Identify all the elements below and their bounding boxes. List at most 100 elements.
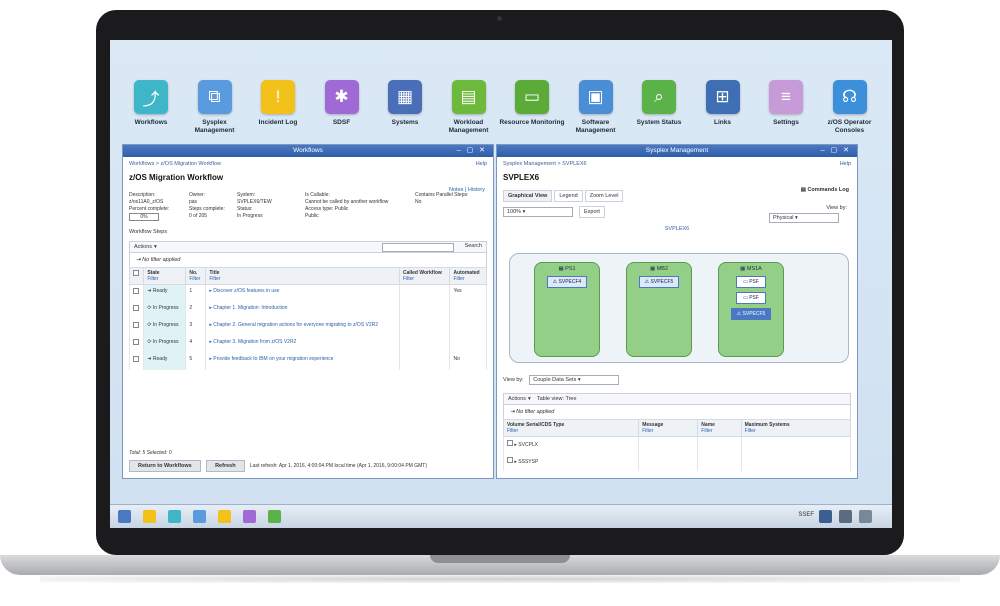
taskbar-app-icon[interactable] xyxy=(193,510,206,523)
lpar-box[interactable]: ▦ PS1 ⚠ SVPECF4 xyxy=(534,262,600,357)
checkbox[interactable] xyxy=(133,355,139,362)
volume-cell[interactable]: ▸ SVCPLX xyxy=(502,436,640,454)
search-icon[interactable] xyxy=(819,510,832,523)
desktop-icon[interactable] xyxy=(859,510,872,523)
return-to-workflows-button[interactable]: Return to Workflows xyxy=(129,460,201,472)
taskbar-app-icon[interactable] xyxy=(218,510,231,523)
column-header[interactable]: Maximum Systems Filter xyxy=(740,419,852,437)
coupling-facility[interactable]: ⚠ SVPECF4 xyxy=(547,276,587,288)
table-view-select[interactable]: Table view: Tree xyxy=(537,396,577,402)
column-filter[interactable]: Filter xyxy=(642,428,694,434)
window-controls[interactable]: – ▢ ✕ xyxy=(821,145,851,157)
column-header[interactable]: Called Workflow Filter xyxy=(398,267,451,286)
help-link[interactable]: Help xyxy=(476,161,487,167)
coupling-facility[interactable]: ⚠ SVPECF5 xyxy=(639,276,679,288)
column-header[interactable]: No. Filter xyxy=(185,267,207,286)
menu-icon[interactable] xyxy=(839,510,852,523)
step-title-link[interactable]: ▸ Chapter 1. Migration: Introduction xyxy=(209,305,287,311)
taskbar-app-icon[interactable] xyxy=(143,510,156,523)
checkbox[interactable] xyxy=(133,304,139,311)
table-row[interactable]: ➜ Ready 5 ▸ Provide feedback to IBM on you… xyxy=(128,352,487,370)
launcher-item[interactable]: ▦ Systems xyxy=(372,80,438,127)
volume-cell[interactable]: ▸ SSSYSP xyxy=(502,453,640,471)
refresh-button[interactable]: Refresh xyxy=(206,460,245,472)
coupling-facility[interactable]: ⚠ SVPECF5 xyxy=(731,308,771,320)
launcher-item[interactable]: ☊ z/OS Operator Consoles xyxy=(817,80,883,135)
launcher-item[interactable]: ! Incident Log xyxy=(245,80,311,127)
step-title-cell[interactable]: ▸ Provide feedback to IBM on your migrat… xyxy=(205,352,400,370)
actions-menu[interactable]: Actions xyxy=(508,396,526,402)
coupling-facility[interactable]: ▭ PSF xyxy=(736,276,766,288)
checkbox[interactable] xyxy=(133,338,139,345)
step-title-cell[interactable]: ▸ Chapter 2. General migration actions f… xyxy=(205,318,400,336)
taskbar-app-icon[interactable] xyxy=(243,510,256,523)
table-row[interactable]: ⟳ In Progress 4 ▸ Chapter 3. Migration fro… xyxy=(128,335,487,353)
step-title-link[interactable]: ▸ Provide feedback to IBM on your migrat… xyxy=(209,356,333,362)
table-row[interactable]: ▸ SSSYSP xyxy=(502,453,852,471)
window-controls[interactable]: – ▢ ✕ xyxy=(457,145,487,157)
row-checkbox-cell[interactable] xyxy=(128,318,145,336)
column-filter[interactable]: Filter xyxy=(507,428,635,434)
row-checkbox-cell[interactable] xyxy=(128,352,145,370)
breadcrumb[interactable]: Sysplex Management > SVPLEX6 xyxy=(503,161,851,167)
tab-zoom-level[interactable]: Zoom Level xyxy=(584,190,624,202)
launcher-item[interactable]: ✱ SDSF xyxy=(309,80,375,127)
column-header[interactable]: Volume Serial/CDS Type Filter xyxy=(502,419,640,437)
breadcrumb[interactable]: Workflows > z/OS Migration Workflow xyxy=(129,161,487,167)
launcher-item[interactable]: ⊞ Links xyxy=(690,80,756,127)
column-header[interactable]: Name Filter xyxy=(697,419,742,437)
actions-menu[interactable]: Actions xyxy=(134,244,152,250)
row-checkbox-cell[interactable] xyxy=(128,335,145,353)
column-filter[interactable]: Filter xyxy=(453,276,483,282)
checkbox[interactable] xyxy=(133,288,139,295)
search-button[interactable]: Search xyxy=(465,243,482,249)
launcher-item[interactable]: ▣ Software Management xyxy=(563,80,629,135)
column-filter[interactable]: Filter xyxy=(147,276,182,282)
lpar-box[interactable]: ▦ MS1A ▭ PSF ▭ PSF ⚠ SVPECF5 xyxy=(718,262,784,357)
notes-history-link[interactable]: Notes | History xyxy=(449,187,485,193)
tab-graphical-view[interactable]: Graphical View xyxy=(503,190,553,202)
taskbar-app-icon[interactable] xyxy=(118,510,131,523)
launcher-item[interactable]: ⧉ Sysplex Management xyxy=(182,80,248,135)
taskbar-app-icon[interactable] xyxy=(268,510,281,523)
lpar-box[interactable]: ▦ MB2 ⚠ SVPECF5 xyxy=(626,262,692,357)
column-filter[interactable]: Filter xyxy=(701,428,737,434)
step-title-cell[interactable]: ▸ Chapter 3. Migration from z/OS V2R2 xyxy=(205,335,400,353)
column-header[interactable]: Message Filter xyxy=(638,419,699,437)
column-header[interactable]: Title Filter xyxy=(205,267,400,286)
view-by-select[interactable]: Physical ▾ xyxy=(769,213,839,223)
table-row[interactable]: ⟳ In Progress 3 ▸ Chapter 2. General migra… xyxy=(128,318,487,336)
row-checkbox-cell[interactable] xyxy=(128,284,145,302)
column-header[interactable]: Automated Filter xyxy=(449,267,487,286)
step-title-link[interactable]: ▸ Chapter 2. General migration actions f… xyxy=(209,322,378,328)
help-link[interactable]: Help xyxy=(840,161,851,167)
column-filter[interactable]: Filter xyxy=(745,428,847,434)
column-filter[interactable]: Filter xyxy=(209,276,396,282)
launcher-item[interactable]: ≡ Settings xyxy=(753,80,819,127)
launcher-item[interactable]: ▤ Workload Management xyxy=(436,80,502,135)
checkbox[interactable] xyxy=(133,321,139,328)
zoom-select[interactable]: 100% ▾ xyxy=(503,207,573,217)
taskbar-app-icon[interactable] xyxy=(168,510,181,523)
step-title-cell[interactable]: ▸ Discover z/OS features in use xyxy=(205,284,400,302)
tab-legend[interactable]: Legend xyxy=(554,190,583,202)
export-button[interactable]: Export xyxy=(579,206,605,218)
launcher-item[interactable]: ⌕ System Status xyxy=(626,80,692,127)
step-title-cell[interactable]: ▸ Chapter 1. Migration: Introduction xyxy=(205,301,400,319)
column-filter[interactable]: Filter xyxy=(403,276,446,282)
launcher-item[interactable]: ⤴ Workflows xyxy=(118,80,184,127)
row-checkbox-cell[interactable] xyxy=(128,301,145,319)
couple-sets-select[interactable]: Couple Data Sets ▾ xyxy=(529,375,620,385)
table-row[interactable]: ▸ SVCPLX xyxy=(502,436,852,454)
table-row[interactable]: ➜ Ready 1 ▸ Discover z/OS features in use Y… xyxy=(128,284,487,302)
commands-log-link[interactable]: ▤ Commands Log xyxy=(801,187,849,193)
column-filter[interactable]: Filter xyxy=(189,276,202,282)
step-title-link[interactable]: ▸ Chapter 3. Migration from z/OS V2R2 xyxy=(209,339,296,345)
search-input[interactable] xyxy=(382,243,454,253)
checkbox[interactable] xyxy=(133,270,139,277)
select-all-checkbox[interactable] xyxy=(128,267,145,286)
column-header[interactable]: State Filter xyxy=(143,267,187,286)
table-row[interactable]: ⟳ In Progress 2 ▸ Chapter 1. Migration: In… xyxy=(128,301,487,319)
launcher-item[interactable]: ▭ Resource Monitoring xyxy=(499,80,565,127)
window-titlebar[interactable]: Sysplex Management – ▢ ✕ xyxy=(497,145,857,157)
